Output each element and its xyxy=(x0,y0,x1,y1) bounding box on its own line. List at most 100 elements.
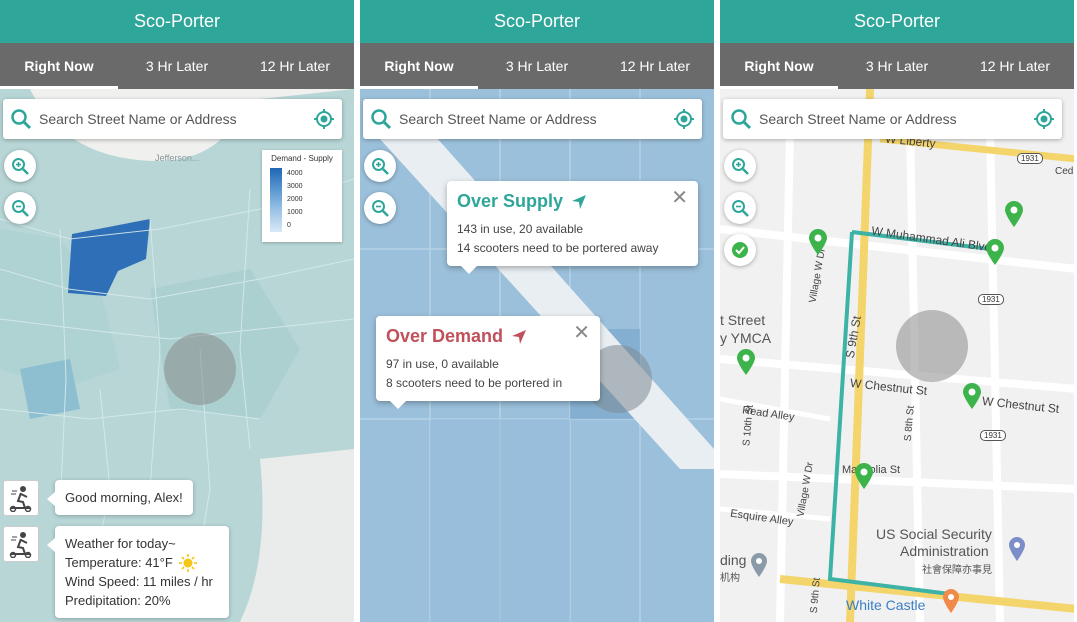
time-tabs: Right Now 3 Hr Later 12 Hr Later xyxy=(0,43,354,89)
tab-12-hr-later[interactable]: 12 Hr Later xyxy=(956,43,1074,89)
search-bar xyxy=(723,99,1062,139)
legend-color-scale xyxy=(270,168,282,232)
over-supply-action: 14 scooters need to be portered away xyxy=(457,241,659,255)
zoom-in-button[interactable] xyxy=(4,150,36,182)
search-bar xyxy=(363,99,702,139)
time-tabs: Right Now 3 Hr Later 12 Hr Later xyxy=(720,43,1074,89)
over-supply-popup: Over Supply 143 in use, 20 available 14 … xyxy=(447,181,698,274)
map-pin-icon[interactable] xyxy=(736,348,756,376)
government-pin-icon[interactable] xyxy=(1008,536,1026,562)
scooter-avatar-icon xyxy=(3,480,39,516)
app-title: Sco-Porter xyxy=(360,0,714,43)
over-supply-title-row: Over Supply xyxy=(457,191,688,212)
street-label: Ced xyxy=(1055,166,1074,177)
zoom-in-button[interactable] xyxy=(724,150,756,182)
tab-right-now[interactable]: Right Now xyxy=(360,43,478,89)
check-icon xyxy=(732,242,748,258)
over-demand-popup: Over Demand 97 in use, 0 available 8 sco… xyxy=(376,316,600,409)
tab-right-now[interactable]: Right Now xyxy=(0,43,118,89)
navigation-arrow-icon xyxy=(572,194,587,209)
zoom-out-button[interactable] xyxy=(724,192,756,224)
search-icon[interactable] xyxy=(3,99,39,139)
locate-icon[interactable] xyxy=(666,99,702,139)
close-icon[interactable]: ✕ xyxy=(573,320,590,345)
restaurant-pin-icon[interactable] xyxy=(942,588,960,614)
search-icon[interactable] xyxy=(363,99,399,139)
greeting-text: Good morning, Alex! xyxy=(65,490,183,505)
locate-icon[interactable] xyxy=(306,99,342,139)
app-title: Sco-Porter xyxy=(0,0,354,43)
greeting-bubble: Good morning, Alex! xyxy=(47,480,193,515)
search-input[interactable] xyxy=(399,111,666,127)
screen-right-now-heatmap: Sco-Porter Right Now 3 Hr Later 12 Hr La… xyxy=(0,0,354,622)
tab-12-hr-later[interactable]: 12 Hr Later xyxy=(596,43,714,89)
weather-precipitation: Predipitation: 20% xyxy=(65,593,171,608)
legend-tick: 3000 xyxy=(287,183,303,190)
map-place-label: Jefferson... xyxy=(155,153,199,163)
search-bar xyxy=(3,99,342,139)
close-icon[interactable]: ✕ xyxy=(671,185,688,210)
building-pin-icon[interactable] xyxy=(750,552,768,578)
legend-tick: 1000 xyxy=(287,209,303,216)
search-input[interactable] xyxy=(39,111,306,127)
tab-12-hr-later[interactable]: 12 Hr Later xyxy=(236,43,354,89)
heatmap-legend: Demand - Supply 4000 3000 2000 1000 0 xyxy=(262,150,342,242)
zoom-in-icon xyxy=(732,158,749,175)
greeting-message: Good morning, Alex! xyxy=(3,480,193,516)
locate-icon[interactable] xyxy=(1026,99,1062,139)
tab-3-hr-later[interactable]: 3 Hr Later xyxy=(118,43,236,89)
zoom-out-button[interactable] xyxy=(4,192,36,224)
route-shield: 1931 xyxy=(1017,153,1043,164)
map-pin-icon[interactable] xyxy=(1004,200,1024,228)
legend-tick: 4000 xyxy=(287,170,303,177)
search-input[interactable] xyxy=(759,111,1026,127)
over-demand-title: Over Demand xyxy=(386,326,504,346)
map-pin-icon[interactable] xyxy=(962,382,982,410)
route-shield: 1931 xyxy=(980,430,1006,441)
zoom-in-icon xyxy=(12,158,29,175)
zoom-out-button[interactable] xyxy=(364,192,396,224)
map-pin-icon[interactable] xyxy=(854,462,874,490)
legend-tick: 0 xyxy=(287,222,291,229)
map-pin-icon[interactable] xyxy=(985,238,1005,266)
weather-heading: Weather for today~ xyxy=(65,536,176,551)
screen-right-now-route: Sco-Porter Right Now 3 Hr Later 12 Hr La… xyxy=(720,0,1074,622)
weather-wind: Wind Speed: 11 miles / hr xyxy=(65,574,213,589)
map-pin-icon[interactable] xyxy=(808,228,828,256)
navigation-arrow-icon xyxy=(512,329,527,344)
zoom-in-icon xyxy=(372,158,389,175)
over-demand-title-row: Over Demand xyxy=(386,326,590,347)
route-shield: 1931 xyxy=(978,294,1004,305)
poi-label: t Street xyxy=(720,312,766,328)
legend-title: Demand - Supply xyxy=(271,154,333,163)
confirm-route-button[interactable] xyxy=(724,234,756,266)
over-demand-usage: 97 in use, 0 available xyxy=(386,357,499,371)
poi-label: US Social Security xyxy=(876,526,992,542)
over-supply-title: Over Supply xyxy=(457,191,564,211)
over-supply-usage: 143 in use, 20 available xyxy=(457,222,584,236)
tab-right-now[interactable]: Right Now xyxy=(720,43,838,89)
app-title: Sco-Porter xyxy=(720,0,1074,43)
time-tabs: Right Now 3 Hr Later 12 Hr Later xyxy=(360,43,714,89)
poi-label: 社會保障亦事見 xyxy=(922,565,992,576)
poi-label: y YMCA xyxy=(720,330,772,346)
weather-temperature: Temperature: 41°F xyxy=(65,555,173,570)
zoom-out-icon xyxy=(372,200,389,217)
tab-3-hr-later[interactable]: 3 Hr Later xyxy=(838,43,956,89)
poi-label: 机构 xyxy=(720,573,740,584)
screen-right-now-detail: Sco-Porter Right Now 3 Hr Later 12 Hr La… xyxy=(360,0,714,622)
weather-bubble: Weather for today~ Temperature: 41°F Win… xyxy=(47,526,229,618)
legend-tick: 2000 xyxy=(287,196,303,203)
poi-label: Administration xyxy=(900,543,989,559)
search-icon[interactable] xyxy=(723,99,759,139)
poi-label: ding xyxy=(720,552,747,568)
over-demand-action: 8 scooters need to be portered in xyxy=(386,376,563,390)
sun-icon xyxy=(178,553,197,572)
scooter-avatar-icon xyxy=(3,526,39,562)
zoom-out-icon xyxy=(732,200,749,217)
weather-message: Weather for today~ Temperature: 41°F Win… xyxy=(3,526,229,618)
zoom-out-icon xyxy=(12,200,29,217)
poi-label: White Castle xyxy=(846,597,926,613)
tab-3-hr-later[interactable]: 3 Hr Later xyxy=(478,43,596,89)
zoom-in-button[interactable] xyxy=(364,150,396,182)
